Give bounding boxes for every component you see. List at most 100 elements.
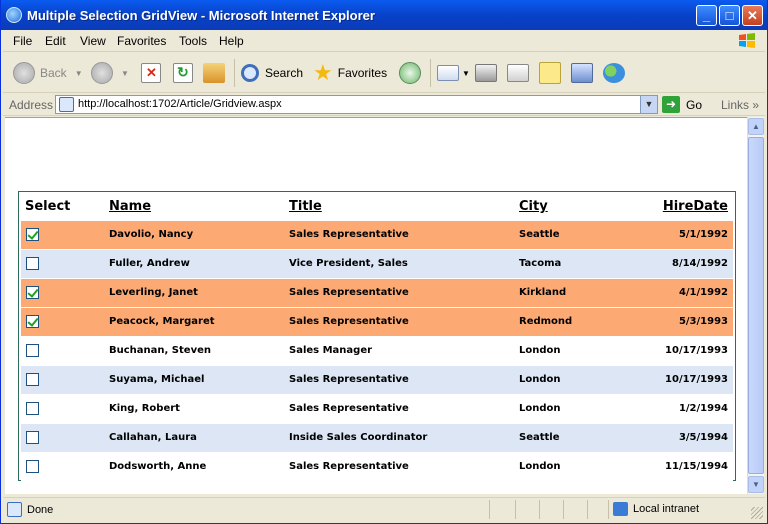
- status-panel-divider: [587, 500, 588, 519]
- column-header-city[interactable]: City: [515, 194, 615, 221]
- hiredate-cell: 10/17/1993: [615, 335, 733, 365]
- forward-dropdown-icon[interactable]: ▼: [121, 69, 129, 78]
- table-row: Dodsworth, Anne Sales Representative Londo…: [21, 451, 733, 481]
- select-checkbox[interactable]: [26, 228, 39, 241]
- discuss-button[interactable]: [539, 60, 561, 86]
- name-cell: Suyama, Michael: [105, 364, 285, 394]
- intranet-zone-icon: [613, 502, 628, 516]
- stop-icon: ✕: [141, 63, 161, 83]
- favorites-button[interactable]: ★ Favorites: [313, 60, 387, 86]
- address-input[interactable]: http://localhost:1702/Article/Gridview.a…: [55, 95, 658, 114]
- close-button[interactable]: ✕: [742, 5, 763, 26]
- messenger-button[interactable]: [603, 60, 625, 86]
- sort-link-title[interactable]: Title: [289, 199, 322, 214]
- refresh-button[interactable]: ↻: [173, 60, 193, 86]
- edit-button[interactable]: [507, 60, 529, 86]
- page-done-icon: [7, 502, 22, 517]
- print-button[interactable]: [475, 60, 497, 86]
- status-panel-divider: [489, 500, 490, 519]
- hiredate-cell: 10/17/1993: [615, 364, 733, 394]
- status-panel-divider: [539, 500, 540, 519]
- hiredate-cell: 1/2/1994: [615, 393, 733, 423]
- home-button[interactable]: [203, 60, 225, 86]
- column-header-name[interactable]: Name: [105, 194, 285, 221]
- minimize-button[interactable]: _: [696, 5, 717, 26]
- sort-link-hiredate[interactable]: HireDate: [663, 199, 728, 214]
- links-toolbar[interactable]: Links »: [721, 98, 759, 112]
- menu-edit[interactable]: Edit: [45, 34, 66, 48]
- back-label: Back: [40, 66, 67, 80]
- scroll-up-arrow-icon[interactable]: ▲: [748, 118, 764, 135]
- select-cell: [21, 393, 105, 423]
- table-row: Suyama, Michael Sales Representative Londo…: [21, 364, 733, 394]
- go-label: Go: [686, 97, 703, 112]
- forward-button[interactable]: ▼: [91, 60, 129, 86]
- mail-dropdown-icon[interactable]: ▼: [462, 69, 470, 78]
- address-dropdown-icon[interactable]: ▼: [640, 96, 657, 113]
- sort-link-name[interactable]: Name: [109, 199, 151, 214]
- select-cell: [21, 364, 105, 394]
- title-bar[interactable]: Multiple Selection GridView - Microsoft …: [1, 0, 767, 30]
- menu-file[interactable]: File: [13, 34, 32, 48]
- security-zone: Local intranet: [613, 502, 699, 516]
- vertical-scrollbar[interactable]: ▲ ▼: [747, 117, 764, 494]
- address-url[interactable]: http://localhost:1702/Article/Gridview.a…: [78, 98, 282, 110]
- select-checkbox[interactable]: [26, 431, 39, 444]
- column-header-hiredate[interactable]: HireDate: [615, 194, 733, 221]
- scroll-down-arrow-icon[interactable]: ▼: [748, 476, 764, 493]
- menu-tools[interactable]: Tools: [179, 34, 207, 48]
- ie-app-icon[interactable]: [6, 7, 22, 23]
- column-header-select: Select: [21, 194, 105, 221]
- links-chevron-icon[interactable]: »: [752, 98, 759, 112]
- city-cell: Seattle: [515, 219, 615, 249]
- select-checkbox[interactable]: [26, 460, 39, 474]
- city-cell: London: [515, 364, 615, 394]
- menu-favorites[interactable]: Favorites: [117, 34, 166, 48]
- select-cell: [21, 335, 105, 365]
- window-title: Multiple Selection GridView - Microsoft …: [27, 8, 375, 23]
- table-row: Davolio, Nancy Sales Representative Seattl…: [21, 219, 733, 249]
- name-cell: Leverling, Janet: [105, 277, 285, 307]
- go-button[interactable]: ➜ Go: [662, 96, 702, 113]
- forward-arrow-icon: [91, 62, 113, 84]
- title-cell: Sales Representative: [285, 277, 515, 307]
- select-checkbox[interactable]: [26, 373, 39, 386]
- stop-button[interactable]: ✕: [141, 60, 161, 86]
- history-button[interactable]: [399, 60, 421, 86]
- title-cell: Inside Sales Coordinator: [285, 422, 515, 452]
- sort-link-city[interactable]: City: [519, 199, 548, 214]
- maximize-button[interactable]: □: [719, 5, 740, 26]
- print-icon: [475, 64, 497, 82]
- title-cell: Sales Representative: [285, 393, 515, 423]
- back-arrow-icon: [13, 62, 35, 84]
- select-checkbox[interactable]: [26, 344, 39, 357]
- select-checkbox[interactable]: [26, 402, 39, 415]
- hiredate-cell: 5/3/1993: [615, 306, 733, 336]
- home-icon: [203, 63, 225, 83]
- menu-view[interactable]: View: [80, 34, 106, 48]
- toolbar-separator: [234, 59, 235, 87]
- search-button[interactable]: Search: [241, 60, 303, 86]
- back-dropdown-icon[interactable]: ▼: [75, 69, 83, 78]
- status-text: Done: [27, 504, 54, 516]
- select-checkbox[interactable]: [26, 286, 39, 299]
- address-label: Address: [9, 98, 54, 112]
- mail-button[interactable]: ▼: [437, 60, 470, 86]
- resize-grip[interactable]: [751, 507, 763, 519]
- menu-help[interactable]: Help: [219, 34, 244, 48]
- select-checkbox[interactable]: [26, 315, 39, 328]
- back-button[interactable]: Back ▼: [13, 60, 83, 86]
- status-bar: Done Local intranet: [3, 497, 765, 521]
- hiredate-cell: 4/1/1992: [615, 277, 733, 307]
- table-row: Buchanan, Steven Sales Manager London 10/17…: [21, 335, 733, 365]
- refresh-icon: ↻: [173, 63, 193, 83]
- column-header-title[interactable]: Title: [285, 194, 515, 221]
- messenger-icon: [603, 63, 625, 83]
- select-checkbox[interactable]: [26, 257, 39, 270]
- name-cell: Dodsworth, Anne: [105, 451, 285, 481]
- table-header-row: Select Name Title City HireDate: [21, 194, 733, 221]
- research-button[interactable]: [571, 60, 593, 86]
- table-row: Leverling, Janet Sales Representative Kirk…: [21, 277, 733, 307]
- scroll-thumb[interactable]: [748, 137, 764, 474]
- links-label: Links: [721, 98, 750, 112]
